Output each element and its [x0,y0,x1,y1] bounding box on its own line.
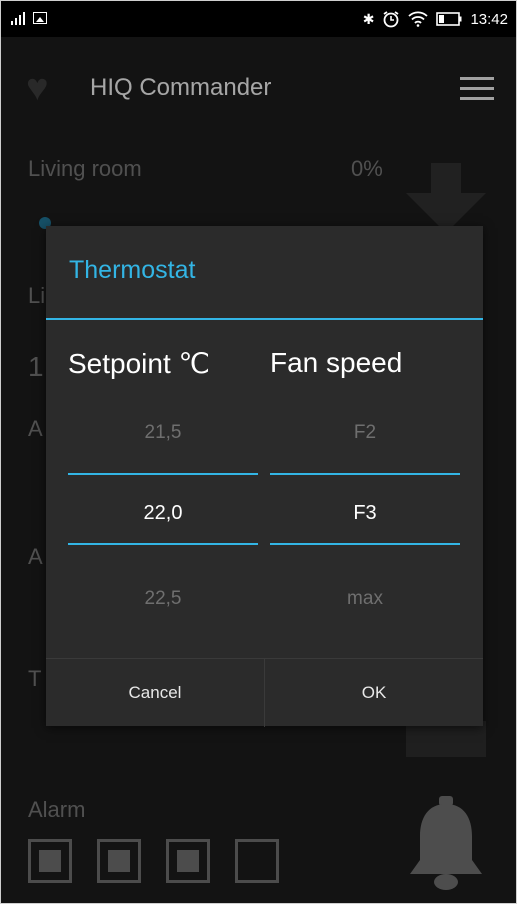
fan-speed-selected[interactable]: F3 [270,502,460,525]
thermostat-dialog: Thermostat Setpoint ℃ Fan speed 21,5 22,… [46,226,483,727]
fan-speed-header: Fan speed [270,347,403,378]
status-bar: ✱ 13:42 [1,1,516,37]
picker-divider [68,543,258,545]
wifi-icon [408,11,429,27]
signal-icon [11,11,25,25]
dialog-title: Thermostat [69,256,196,284]
fan-speed-option[interactable]: F2 [270,422,460,444]
picker-divider [270,543,460,545]
title-divider [46,318,483,320]
setpoint-selected[interactable]: 22,0 [68,502,258,525]
fan-speed-option[interactable]: max [270,588,460,610]
battery-icon [436,12,462,26]
bluetooth-icon: ✱ [362,10,375,27]
cancel-button[interactable]: Cancel [46,659,264,727]
dialog-button-bar: Cancel OK [46,658,483,727]
setpoint-header: Setpoint ℃ [68,348,210,379]
image-icon [33,12,47,24]
app-screen: ✱ 13:42 ♥ HIQ Commander Living room 0% L… [0,0,517,904]
status-time: 13:42 [470,10,508,28]
picker-divider [68,473,258,475]
setpoint-option[interactable]: 22,5 [68,588,258,610]
picker-divider [270,473,460,475]
alarm-clock-icon [383,11,399,28]
setpoint-option[interactable]: 21,5 [68,422,258,444]
ok-button[interactable]: OK [265,659,483,727]
